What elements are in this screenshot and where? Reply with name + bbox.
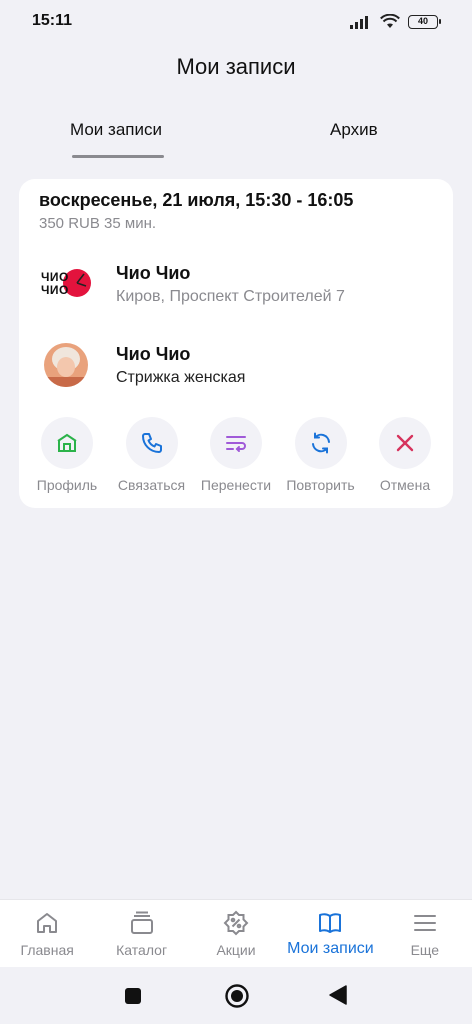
appointment-date: воскресенье, 21 июля, 15:30 - 16:05 bbox=[39, 190, 354, 210]
phone-icon bbox=[141, 433, 162, 453]
reschedule-button[interactable]: Перенести bbox=[196, 417, 276, 493]
home-button-icon[interactable] bbox=[224, 983, 250, 1009]
menu-icon bbox=[413, 915, 436, 931]
status-bar: 15:11 40 bbox=[0, 0, 472, 44]
cancel-label: Отмена bbox=[379, 477, 431, 493]
tabs: Мои записи Архив bbox=[0, 112, 472, 162]
signal-icon bbox=[350, 15, 368, 29]
service-name: Стрижка женская bbox=[116, 368, 246, 386]
nav-catalog[interactable]: Каталог bbox=[94, 900, 188, 967]
bottom-nav: Главная Каталог Акции Мои записи Еще bbox=[0, 899, 472, 967]
salon-logo-text-2: ЧИО bbox=[41, 283, 69, 297]
recents-icon[interactable] bbox=[123, 986, 143, 1006]
nav-more-label: Еще bbox=[410, 942, 440, 958]
system-nav-bar bbox=[0, 967, 472, 1024]
status-time: 15:11 bbox=[32, 12, 73, 29]
storefront-icon bbox=[57, 433, 77, 452]
wifi-icon bbox=[380, 14, 400, 28]
repeat-icon bbox=[311, 432, 330, 454]
battery-icon: 40 bbox=[408, 14, 441, 29]
master-row[interactable]: Чио Чио Стрижка женская bbox=[39, 343, 245, 387]
master-avatar bbox=[44, 343, 88, 387]
salon-logo-text-1: ЧИО bbox=[41, 270, 69, 284]
page-title: Мои записи bbox=[176, 54, 296, 79]
salon-row[interactable]: ЧИО ЧИО Чио Чио Киров, Проспект Строител… bbox=[39, 257, 345, 311]
repeat-label: Повторить bbox=[286, 477, 355, 493]
salon-address: Киров, Проспект Строителей 7 bbox=[116, 287, 345, 305]
salon-logo: ЧИО ЧИО bbox=[39, 257, 93, 311]
repeat-button[interactable]: Повторить bbox=[281, 417, 361, 493]
nav-my-bookings[interactable]: Мои записи bbox=[283, 900, 377, 967]
book-icon bbox=[319, 913, 342, 933]
profile-label: Профиль bbox=[36, 477, 98, 493]
nav-home-label: Главная bbox=[20, 942, 74, 958]
tab-indicator bbox=[72, 155, 164, 158]
cancel-button[interactable]: Отмена bbox=[365, 417, 445, 493]
nav-more[interactable]: Еще bbox=[378, 900, 472, 967]
appointment-meta: 350 RUB 35 мин. bbox=[39, 215, 157, 232]
appointment-card[interactable]: воскресенье, 21 июля, 15:30 - 16:05 350 … bbox=[19, 179, 453, 508]
appointment-actions: Профиль Связаться Перенести Повторить От… bbox=[19, 417, 453, 493]
salon-name: Чио Чио bbox=[116, 262, 191, 283]
nav-my-bookings-label: Мои записи bbox=[287, 940, 374, 957]
discount-icon bbox=[223, 910, 249, 936]
nav-promotions[interactable]: Акции bbox=[189, 900, 283, 967]
master-name: Чио Чио bbox=[116, 343, 191, 364]
reschedule-icon bbox=[226, 436, 246, 452]
nav-home[interactable]: Главная bbox=[0, 900, 94, 967]
nav-catalog-label: Каталог bbox=[116, 942, 168, 958]
catalog-icon bbox=[130, 911, 153, 934]
home-icon bbox=[37, 913, 58, 933]
back-icon[interactable] bbox=[328, 984, 348, 1006]
contact-label: Связаться bbox=[117, 477, 186, 493]
tab-my-bookings[interactable]: Мои записи bbox=[70, 120, 162, 140]
close-icon bbox=[396, 434, 414, 452]
contact-button[interactable]: Связаться bbox=[112, 417, 192, 493]
reschedule-label: Перенести bbox=[200, 477, 272, 493]
status-icons: 40 bbox=[350, 14, 441, 29]
nav-promotions-label: Акции bbox=[216, 942, 256, 958]
tab-archive[interactable]: Архив bbox=[330, 120, 378, 140]
profile-button[interactable]: Профиль bbox=[27, 417, 107, 493]
